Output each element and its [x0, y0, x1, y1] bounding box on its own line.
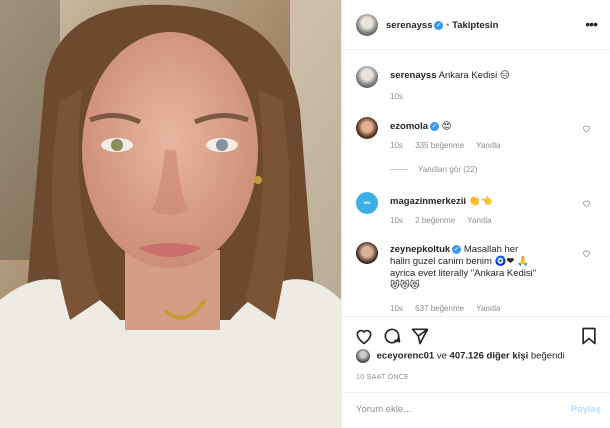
- post-comment-button[interactable]: Paylaş: [571, 404, 601, 415]
- author-username[interactable]: serenayss: [386, 20, 432, 31]
- share-icon[interactable]: [410, 326, 430, 346]
- caption: serenayss Ankara Kedisi 😑 10s: [342, 62, 610, 102]
- comment-item: ezomola ✓ 😍 10s 335 beğenme Yanıtla Yanıt…: [342, 115, 610, 185]
- comment-time[interactable]: 10s: [390, 216, 403, 225]
- comment-text: 😍: [441, 121, 452, 132]
- reply-button[interactable]: Yanıtla: [476, 304, 500, 313]
- commenter-avatar[interactable]: [356, 242, 378, 264]
- comment-heart-icon[interactable]: [582, 124, 591, 133]
- comment-item: zeynepkoltuk ✓ Masallah her halin guzel c…: [342, 240, 610, 315]
- comment-heart-icon[interactable]: [582, 199, 591, 208]
- comment-time[interactable]: 10s: [390, 141, 403, 150]
- post-photo[interactable]: [0, 0, 341, 428]
- commenter-username[interactable]: ezomola: [390, 121, 428, 132]
- add-comment-bar: Paylaş: [342, 392, 610, 428]
- likes-suffix: beğendi: [530, 350, 565, 362]
- comment-icon[interactable]: [382, 326, 402, 346]
- view-replies-label[interactable]: Yanıtları gör (22): [418, 165, 477, 174]
- author-avatar[interactable]: [356, 14, 378, 36]
- liker-avatar[interactable]: [356, 349, 370, 363]
- likes-count[interactable]: 407.126 diğer kişi: [450, 351, 529, 362]
- caption-text: Ankara Kedisi: [438, 70, 498, 81]
- follow-status[interactable]: Takiptesin: [452, 20, 498, 31]
- replies-line: [390, 169, 408, 171]
- comment-likes[interactable]: 2 beğenme: [415, 216, 455, 225]
- comment-text: 👏👈: [468, 196, 493, 207]
- commenter-username[interactable]: magazinmerkezii: [390, 196, 466, 207]
- comment-likes[interactable]: 335 beğenme: [415, 141, 464, 150]
- comment-heart-icon[interactable]: [582, 249, 591, 258]
- view-replies[interactable]: Yanıtları gör (22): [390, 165, 477, 174]
- likes-joiner: ve: [436, 350, 447, 362]
- post-time[interactable]: 10 SAAT ÖNCE: [356, 374, 409, 381]
- reply-button[interactable]: Yanıtla: [467, 216, 491, 225]
- reply-button[interactable]: Yanıtla: [476, 141, 500, 150]
- caption-username[interactable]: serenayss: [390, 70, 436, 81]
- likes-summary: eceyorenc01 ve 407.126 diğer kişi beğend…: [356, 349, 565, 363]
- comment-time[interactable]: 10s: [390, 304, 403, 313]
- post-sidebar: serenayss ✓ • Takiptesin ••• serenayss An…: [341, 0, 610, 428]
- commenter-avatar[interactable]: [356, 117, 378, 139]
- author-avatar-small[interactable]: [356, 66, 378, 88]
- caption-time[interactable]: 10s: [390, 92, 403, 101]
- commenter-username[interactable]: zeynepkoltuk: [390, 244, 450, 255]
- more-icon[interactable]: •••: [585, 16, 598, 32]
- heart-icon[interactable]: [354, 326, 374, 346]
- portrait-image: [0, 0, 341, 428]
- comment-likes[interactable]: 637 beğenme: [415, 304, 464, 313]
- liker-username[interactable]: eceyorenc01: [377, 351, 435, 362]
- caption-emoji: 😑: [499, 70, 510, 81]
- verified-icon: ✓: [452, 244, 462, 254]
- verified-icon: ✓: [434, 20, 444, 30]
- verified-icon: ✓: [430, 121, 440, 131]
- comment-input[interactable]: [354, 403, 538, 416]
- comment-item: MM magazinmerkezii 👏👈 10s 2 beğenme Yanı…: [342, 188, 610, 228]
- commenter-avatar[interactable]: MM: [356, 192, 378, 214]
- bookmark-icon[interactable]: [579, 326, 599, 346]
- post-header: serenayss ✓ • Takiptesin •••: [342, 0, 610, 50]
